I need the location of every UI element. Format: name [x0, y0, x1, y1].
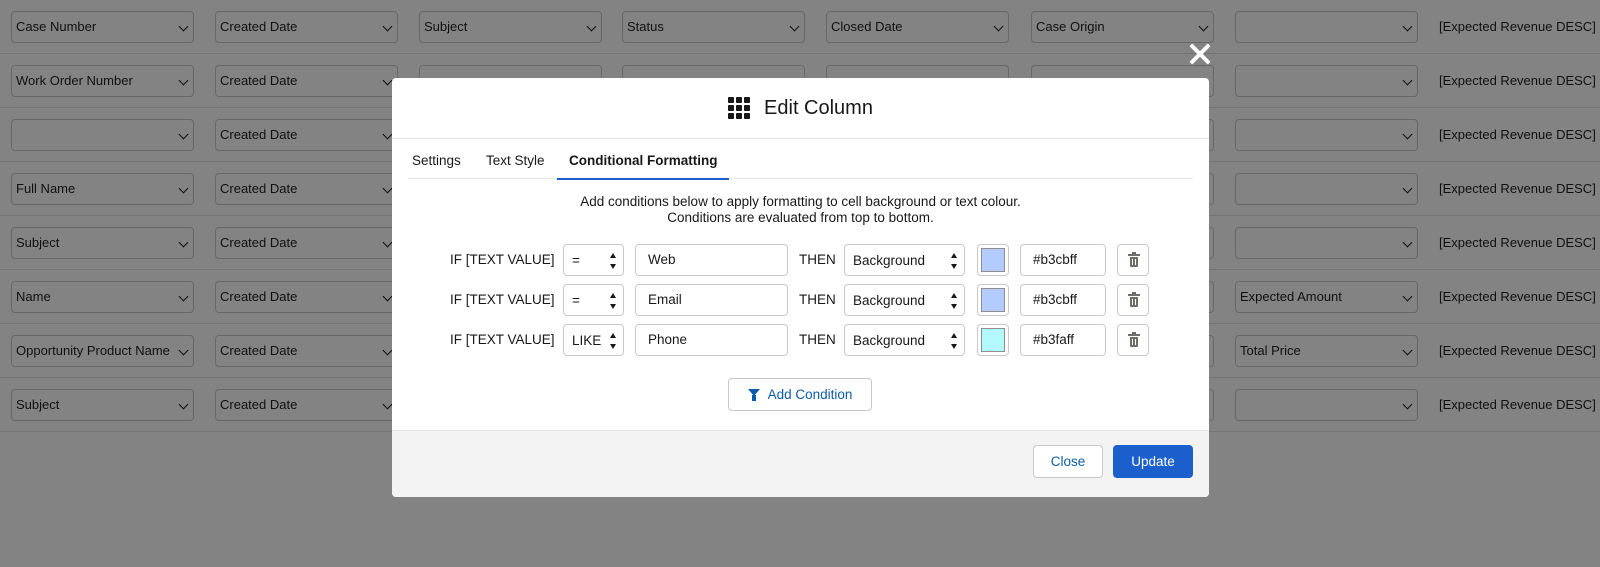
filter-icon [747, 388, 760, 401]
hex-color-input[interactable]: #b3cbff [1020, 244, 1106, 276]
color-swatch [981, 328, 1005, 352]
instructions: Add conditions below to apply formatting… [392, 194, 1209, 226]
stepper-arrows-icon [951, 253, 958, 269]
tab-settings[interactable]: Settings [412, 139, 461, 179]
edit-column-modal: Edit Column Settings Text Style Conditio… [392, 78, 1209, 497]
format-target-select[interactable]: Background [844, 244, 965, 276]
format-target-value: Background [853, 253, 926, 268]
close-icon[interactable] [1188, 42, 1212, 66]
trash-icon [1128, 252, 1140, 267]
then-label: THEN [799, 292, 836, 307]
operator-select[interactable]: = [563, 244, 624, 276]
stepper-arrows-icon [951, 293, 958, 309]
delete-condition-button[interactable] [1117, 324, 1149, 356]
add-condition-label: Add Condition [767, 387, 853, 402]
modal-header: Edit Column [392, 78, 1209, 139]
condition-row: IF [TEXT VALUE] = Web THEN Background #b3cbff [392, 244, 1209, 276]
operator-select[interactable]: = [563, 284, 624, 316]
format-target-value: Background [853, 293, 926, 308]
if-label: IF [TEXT VALUE] [450, 292, 555, 307]
modal-footer: Close Update [392, 430, 1209, 497]
tab-bar: Settings Text Style Conditional Formatti… [408, 139, 1193, 180]
then-label: THEN [799, 252, 836, 267]
if-label: IF [TEXT VALUE] [450, 252, 555, 267]
add-condition-button[interactable]: Add Condition [728, 378, 872, 411]
tab-conditional-formatting[interactable]: Conditional Formatting [557, 139, 730, 180]
modal-title: Edit Column [764, 96, 873, 119]
instructions-line-1: Add conditions below to apply formatting… [580, 194, 1021, 209]
format-target-value: Background [853, 333, 926, 348]
operator-value: LIKE [572, 333, 602, 348]
condition-row: IF [TEXT VALUE] LIKE Phone THEN Background #b… [392, 324, 1209, 356]
color-picker-button[interactable] [977, 284, 1009, 316]
hex-color-input[interactable]: #b3faff [1020, 324, 1106, 356]
stepper-arrows-icon [610, 253, 617, 269]
app-grid-icon [728, 97, 751, 119]
color-swatch [981, 288, 1005, 312]
condition-row: IF [TEXT VALUE] = Email THEN Background #b3cb… [392, 284, 1209, 316]
color-picker-button[interactable] [977, 324, 1009, 356]
operator-value: = [572, 253, 580, 268]
format-target-select[interactable]: Background [844, 324, 965, 356]
delete-condition-button[interactable] [1117, 244, 1149, 276]
close-button[interactable]: Close [1033, 445, 1103, 478]
hex-color-input[interactable]: #b3cbff [1020, 284, 1106, 316]
color-swatch [981, 248, 1005, 272]
stepper-arrows-icon [951, 333, 958, 349]
instructions-line-2: Conditions are evaluated from top to bot… [667, 210, 934, 225]
format-target-select[interactable]: Background [844, 284, 965, 316]
delete-condition-button[interactable] [1117, 284, 1149, 316]
condition-value-input[interactable]: Phone [635, 324, 788, 356]
stepper-arrows-icon [610, 293, 617, 309]
trash-icon [1128, 292, 1140, 307]
if-label: IF [TEXT VALUE] [450, 332, 555, 347]
operator-value: = [572, 293, 580, 308]
color-picker-button[interactable] [977, 244, 1009, 276]
then-label: THEN [799, 332, 836, 347]
condition-value-input[interactable]: Web [635, 244, 788, 276]
tab-text-style[interactable]: Text Style [486, 139, 545, 179]
trash-icon [1128, 332, 1140, 347]
condition-value-input[interactable]: Email [635, 284, 788, 316]
operator-select[interactable]: LIKE [563, 324, 624, 356]
stepper-arrows-icon [610, 333, 617, 349]
update-button[interactable]: Update [1113, 445, 1193, 478]
